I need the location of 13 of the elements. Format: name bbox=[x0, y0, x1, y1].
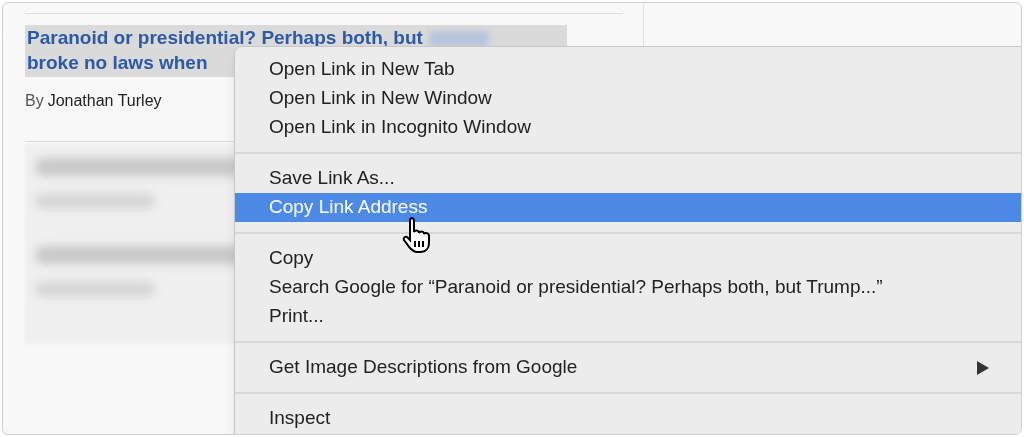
menu-item[interactable]: Print... bbox=[235, 302, 1021, 331]
menu-item[interactable]: Save Link As... bbox=[235, 164, 1021, 193]
author-name: Jonathan Turley bbox=[47, 91, 162, 111]
menu-item[interactable]: Get Image Descriptions from Google bbox=[235, 353, 1021, 382]
headline-link[interactable]: broke no laws when bbox=[27, 49, 208, 78]
menu-item[interactable]: Open Link in New Window bbox=[235, 84, 1021, 113]
menu-item[interactable]: Inspect bbox=[235, 404, 1021, 433]
menu-item[interactable]: Copy bbox=[235, 244, 1021, 273]
blurred-word bbox=[428, 30, 489, 47]
menu-item[interactable]: Search Google for “Paranoid or presidential? Perhaps both, but Trump...” bbox=[235, 273, 1021, 302]
menu-item[interactable]: Open Link in New Tab bbox=[235, 55, 1021, 84]
menu-item[interactable]: Open Link in Incognito Window bbox=[235, 113, 1021, 142]
byline-prefix: By bbox=[25, 91, 44, 111]
